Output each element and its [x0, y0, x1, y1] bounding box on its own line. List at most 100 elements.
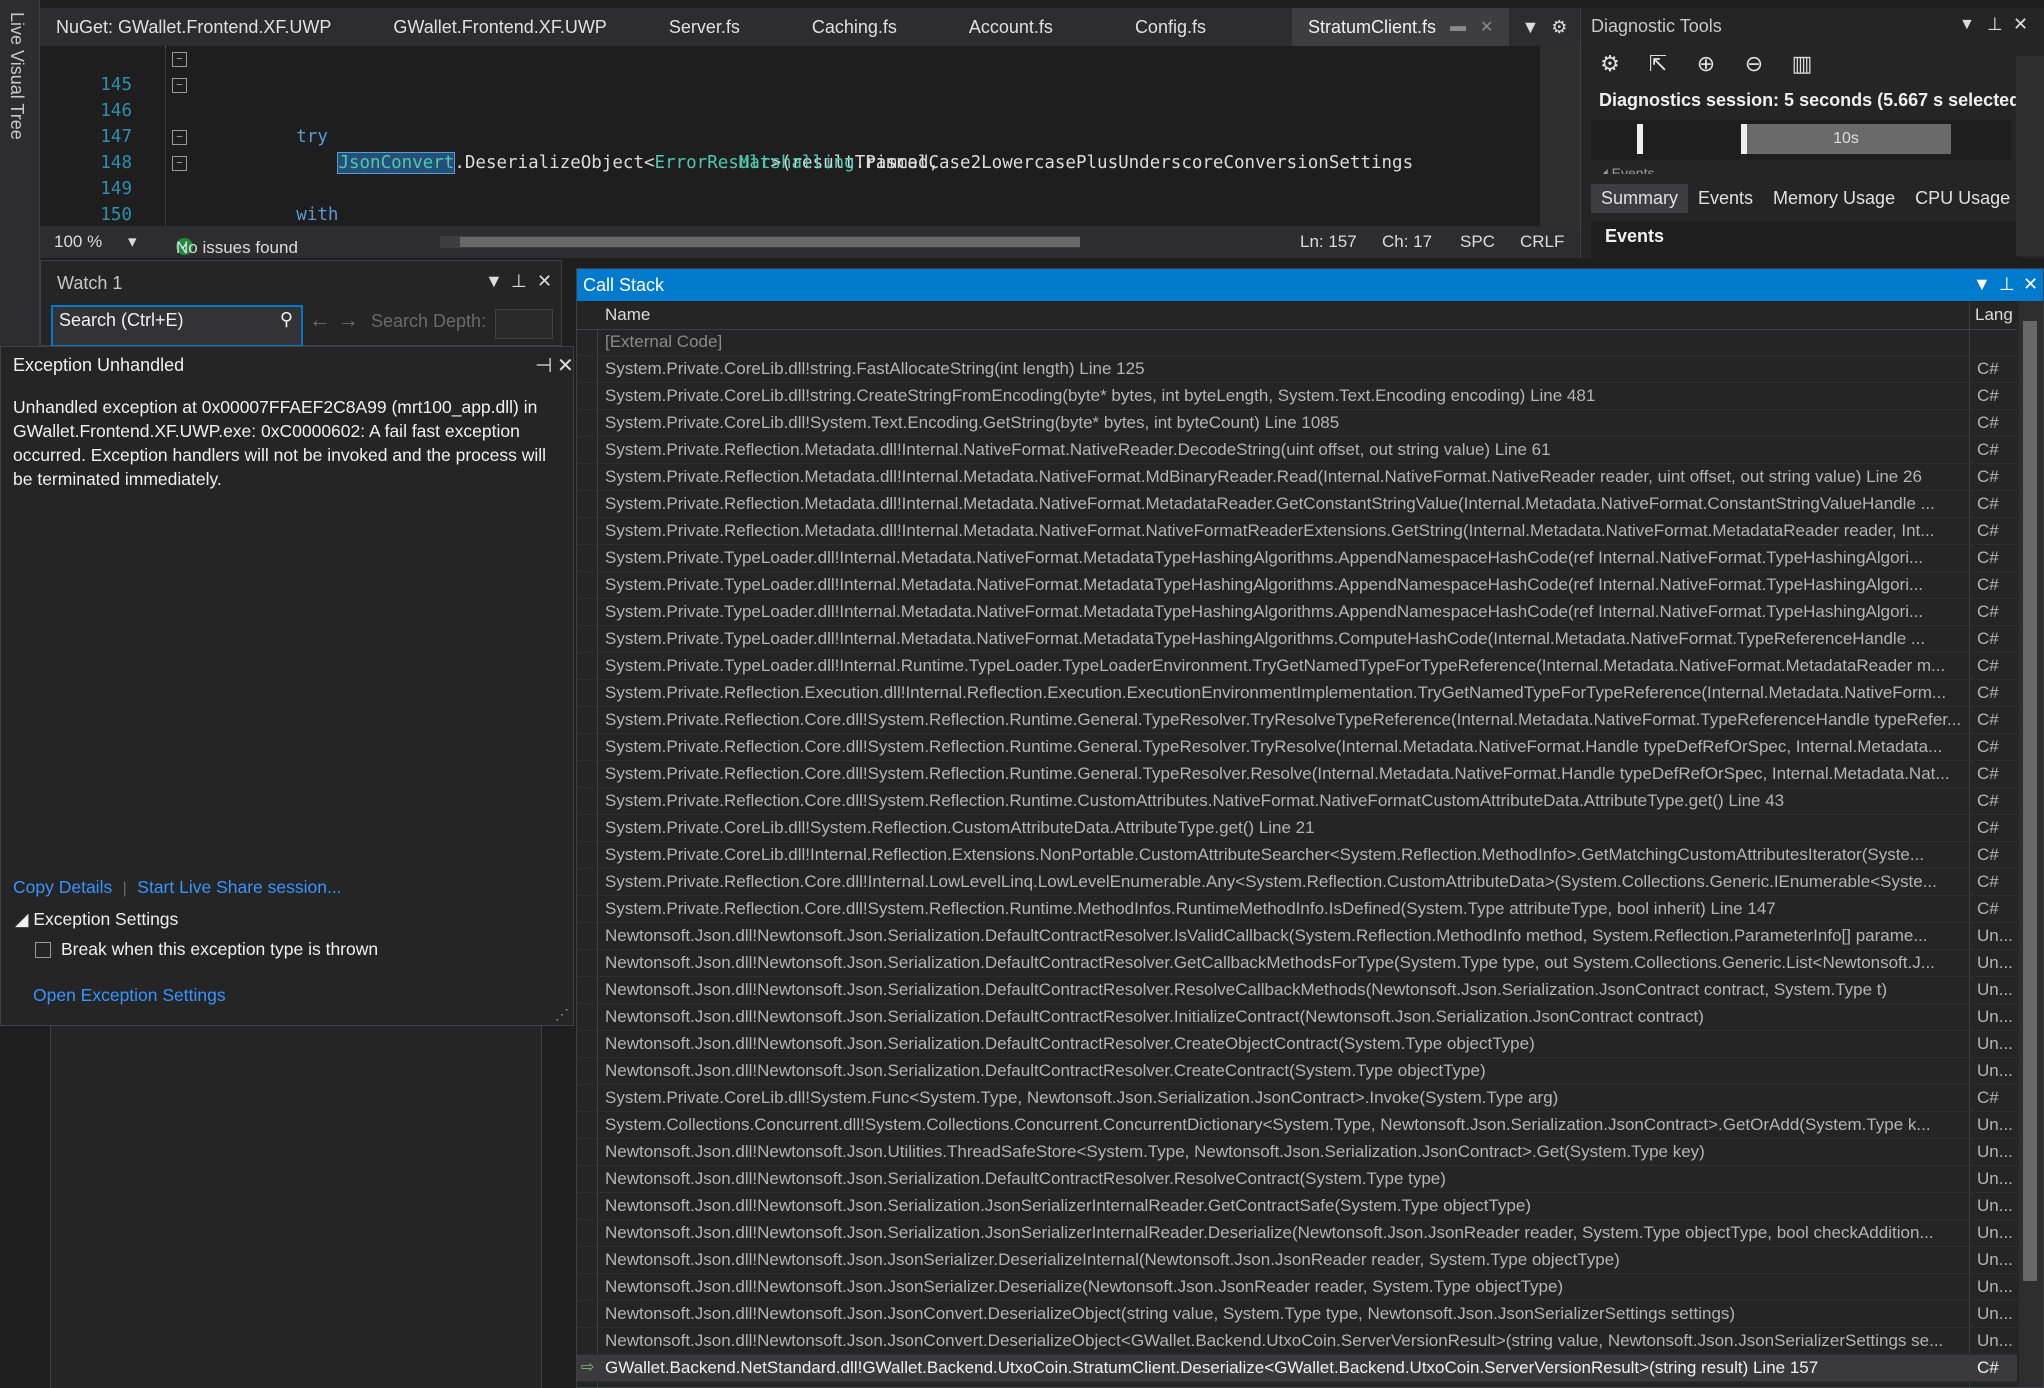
tab-account-fs[interactable]: Account.fs: [953, 8, 1069, 46]
call-stack-row[interactable]: ⇨ GWallet.Backend.NetStandard.dll!GWallet…: [577, 1355, 2017, 1382]
tab-nuget[interactable]: NuGet: GWallet.Frontend.XF.UWP: [40, 8, 347, 46]
tab-summary[interactable]: Summary: [1591, 184, 1689, 213]
code-editor[interactable]: 145 − try 146 − JsonConvert.DeserializeO…: [40, 46, 1580, 226]
dropdown-icon[interactable]: ▼: [1959, 16, 1975, 34]
call-stack-row[interactable]: System.Private.TypeLoader.dll!Internal.M…: [577, 599, 2017, 626]
pin-icon[interactable]: ⊥: [1999, 274, 2015, 295]
scroll-thumb[interactable]: [2023, 321, 2037, 1281]
call-stack-row[interactable]: System.Private.Reflection.Metadata.dll!I…: [577, 491, 2017, 518]
events-section-collapsed[interactable]: ◢ Events: [1597, 160, 1654, 174]
tab-cpu-usage[interactable]: CPU Usage: [1905, 184, 2020, 213]
close-icon[interactable]: ✕: [2023, 274, 2038, 295]
call-stack-row[interactable]: Newtonsoft.Json.dll!Newtonsoft.Json.Seri…: [577, 1004, 2017, 1031]
call-stack-row[interactable]: Newtonsoft.Json.dll!Newtonsoft.Json.Json…: [577, 1247, 2017, 1274]
dropdown-icon[interactable]: ▼: [1973, 274, 1991, 295]
timeline-selection[interactable]: 10s: [1741, 124, 1951, 154]
search-nav-arrows[interactable]: ← →: [309, 307, 359, 333]
pin-icon[interactable]: ▬: [1450, 18, 1466, 36]
call-stack-row[interactable]: Newtonsoft.Json.dll!Newtonsoft.Json.Seri…: [577, 1166, 2017, 1193]
copy-details-link[interactable]: Copy Details: [13, 877, 112, 897]
line-ending-indicator[interactable]: CRLF: [1520, 232, 1564, 252]
call-stack-row[interactable]: Newtonsoft.Json.dll!Newtonsoft.Json.Seri…: [577, 1031, 2017, 1058]
whitespace-indicator[interactable]: SPC: [1460, 232, 1495, 252]
tab-frontend-uwp[interactable]: GWallet.Frontend.XF.UWP: [377, 8, 622, 46]
call-stack-row[interactable]: System.Private.TypeLoader.dll!Internal.M…: [577, 572, 2017, 599]
tab-config-fs[interactable]: Config.fs: [1119, 8, 1222, 46]
live-share-link[interactable]: Start Live Share session...: [137, 877, 341, 897]
call-stack-row[interactable]: Newtonsoft.Json.dll!Newtonsoft.Json.Json…: [577, 1274, 2017, 1301]
pin-icon[interactable]: ⊣: [535, 353, 552, 378]
collapse-icon[interactable]: ◢: [15, 909, 28, 929]
call-stack-row[interactable]: GWallet.Backend.NetStandard.dll!<Startup…: [577, 1382, 2017, 1387]
call-stack-row[interactable]: System.Private.Reflection.Core.dll!Syste…: [577, 896, 2017, 923]
resize-grip-icon[interactable]: ⋰: [555, 1006, 569, 1023]
call-stack-row[interactable]: System.Private.Reflection.Core.dll!Syste…: [577, 788, 2017, 815]
exception-settings-header[interactable]: ◢ Exception Settings: [15, 909, 178, 930]
call-stack-row[interactable]: System.Private.Reflection.Metadata.dll!I…: [577, 518, 2017, 545]
break-on-exception[interactable]: Break when this exception type is thrown: [35, 939, 378, 960]
call-stack-row[interactable]: System.Private.CoreLib.dll!string.FastAl…: [577, 356, 2017, 383]
reset-zoom-icon[interactable]: ▥: [1787, 50, 1817, 78]
open-exception-settings-link[interactable]: Open Exception Settings: [33, 985, 226, 1005]
call-stack-row[interactable]: System.Private.CoreLib.dll!Internal.Refl…: [577, 842, 2017, 869]
zoom-dropdown-icon[interactable]: ▾: [128, 232, 137, 252]
call-stack-row[interactable]: System.Private.Reflection.Metadata.dll!I…: [577, 464, 2017, 491]
editor-vertical-scrollbar[interactable]: [1540, 46, 1580, 226]
column-header-name[interactable]: Name: [605, 305, 650, 325]
column-indicator[interactable]: Ch: 17: [1382, 232, 1432, 252]
call-stack-row[interactable]: System.Private.Reflection.Metadata.dll!I…: [577, 437, 2017, 464]
settings-icon[interactable]: ⚙: [1595, 50, 1625, 78]
diagnostic-scrollbar[interactable]: [2016, 56, 2044, 256]
call-stack-row[interactable]: Newtonsoft.Json.dll!Newtonsoft.Json.Seri…: [577, 923, 2017, 950]
zoom-level[interactable]: 100 %: [54, 232, 102, 252]
call-stack-row[interactable]: System.Private.CoreLib.dll!System.Func<S…: [577, 1085, 2017, 1112]
watch-search-input[interactable]: Search (Ctrl+E) ⚲: [51, 305, 303, 347]
live-visual-tree-label[interactable]: Live Visual Tree: [6, 12, 27, 140]
timeline-start-marker[interactable]: [1637, 124, 1643, 154]
call-stack-row[interactable]: System.Private.Reflection.Execution.dll!…: [577, 680, 2017, 707]
fold-icon[interactable]: −: [172, 52, 187, 67]
call-stack-row[interactable]: Newtonsoft.Json.dll!Newtonsoft.Json.Seri…: [577, 1058, 2017, 1085]
search-depth-select[interactable]: [495, 309, 553, 339]
call-stack-row[interactable]: [External Code]: [577, 329, 2017, 356]
call-stack-row[interactable]: Newtonsoft.Json.dll!Newtonsoft.Json.Util…: [577, 1139, 2017, 1166]
call-stack-row[interactable]: System.Private.CoreLib.dll!string.Create…: [577, 383, 2017, 410]
call-stack-row[interactable]: Newtonsoft.Json.dll!Newtonsoft.Json.Seri…: [577, 977, 2017, 1004]
call-stack-row[interactable]: Newtonsoft.Json.dll!Newtonsoft.Json.Seri…: [577, 1193, 2017, 1220]
line-indicator[interactable]: Ln: 157: [1300, 232, 1357, 252]
call-stack-row[interactable]: System.Private.Reflection.Core.dll!Syste…: [577, 761, 2017, 788]
close-icon[interactable]: ✕: [1480, 17, 1493, 37]
break-checkbox[interactable]: [35, 941, 51, 958]
dropdown-icon[interactable]: ▼: [485, 271, 503, 292]
search-icon[interactable]: ⚲: [280, 309, 293, 330]
fold-icon[interactable]: −: [172, 156, 187, 171]
timeline-selection-marker[interactable]: [1741, 124, 1747, 154]
call-stack-row[interactable]: System.Private.Reflection.Core.dll!Inter…: [577, 869, 2017, 896]
tab-list-dropdown-icon[interactable]: ▼: [1521, 17, 1539, 38]
gear-icon[interactable]: ⚙: [1551, 17, 1567, 38]
fold-icon[interactable]: −: [172, 130, 187, 145]
tab-server-fs[interactable]: Server.fs: [653, 8, 756, 46]
scroll-thumb[interactable]: [460, 237, 1080, 247]
zoom-out-icon[interactable]: ⊖: [1739, 50, 1769, 78]
call-stack-row[interactable]: System.Private.CoreLib.dll!System.Reflec…: [577, 815, 2017, 842]
close-icon[interactable]: ✕: [2013, 14, 2028, 35]
close-icon[interactable]: ✕: [557, 353, 574, 378]
timeline[interactable]: 10s: [1591, 120, 2011, 160]
export-icon[interactable]: ⇱: [1643, 50, 1673, 78]
call-stack-row[interactable]: System.Private.Reflection.Core.dll!Syste…: [577, 707, 2017, 734]
pin-icon[interactable]: ⊥: [511, 271, 527, 292]
tab-caching-fs[interactable]: Caching.fs: [796, 8, 913, 46]
zoom-in-icon[interactable]: ⊕: [1691, 50, 1721, 78]
close-icon[interactable]: ✕: [537, 271, 552, 292]
call-stack-row[interactable]: System.Private.Reflection.Core.dll!Syste…: [577, 734, 2017, 761]
call-stack-row[interactable]: System.Private.CoreLib.dll!System.Text.E…: [577, 410, 2017, 437]
call-stack-row[interactable]: Newtonsoft.Json.dll!Newtonsoft.Json.Json…: [577, 1328, 2017, 1355]
call-stack-row[interactable]: System.Private.TypeLoader.dll!Internal.R…: [577, 653, 2017, 680]
call-stack-row[interactable]: Newtonsoft.Json.dll!Newtonsoft.Json.Seri…: [577, 950, 2017, 977]
pin-icon[interactable]: ⊥: [1987, 14, 2003, 35]
call-stack-row[interactable]: System.Private.TypeLoader.dll!Internal.M…: [577, 626, 2017, 653]
column-header-lang[interactable]: Lang: [1975, 305, 2013, 325]
call-stack-row[interactable]: System.Private.TypeLoader.dll!Internal.M…: [577, 545, 2017, 572]
tab-stratumclient-fs[interactable]: StratumClient.fs ▬ ✕: [1291, 8, 1510, 46]
